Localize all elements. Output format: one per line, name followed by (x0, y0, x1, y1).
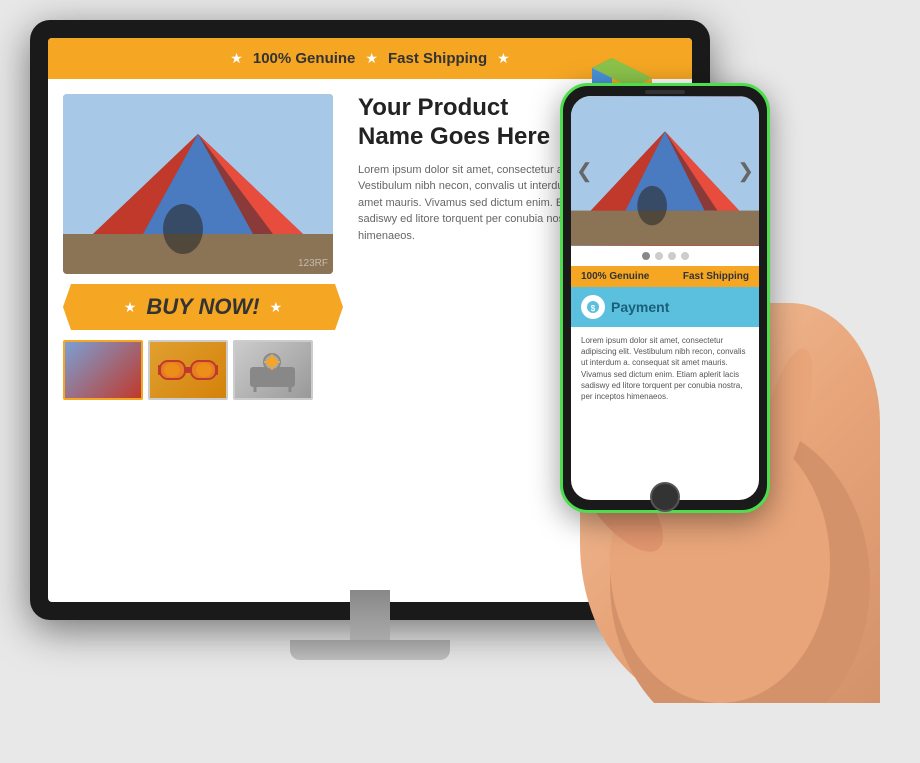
phone-banner-genuine: 100% Genuine (581, 271, 649, 282)
watermark: 123RF (298, 258, 328, 269)
thumbnails (63, 340, 343, 400)
thumb-1[interactable] (63, 340, 143, 400)
thumb-stove-img (235, 342, 311, 398)
dot-3[interactable] (668, 252, 676, 260)
banner-text-genuine: 100% Genuine (253, 50, 356, 67)
banner-text-shipping: Fast Shipping (388, 50, 487, 67)
thumb-goggles-img (150, 342, 226, 398)
phone-product-img: ❮ ❯ (571, 96, 759, 246)
thumb-3[interactable] (233, 340, 313, 400)
payment-icon: $ (581, 295, 605, 319)
payment-title: Payment (611, 299, 669, 315)
product-image-area: 123RF ★ BUY NOW! ★ (63, 94, 343, 400)
monitor-stand (310, 590, 430, 670)
monitor-base (290, 640, 450, 660)
phone-home-button[interactable] (650, 482, 680, 512)
buy-star-left: ★ (124, 299, 137, 316)
buy-star-right: ★ (270, 299, 283, 316)
thumb-tent-img (65, 342, 141, 398)
dot-2[interactable] (655, 252, 663, 260)
star-icon-2: ★ (365, 50, 378, 67)
phone-banner-shipping: Fast Shipping (683, 271, 749, 282)
thumb-2[interactable] (148, 340, 228, 400)
phone-device: ❮ ❯ 100% Genuine Fast Shipping (560, 83, 770, 513)
phone-container: ❮ ❯ 100% Genuine Fast Shipping (540, 83, 880, 703)
phone-screen: ❮ ❯ 100% Genuine Fast Shipping (571, 96, 759, 500)
buy-now-banner[interactable]: ★ BUY NOW! ★ (63, 284, 343, 330)
star-icon-3: ★ (497, 50, 510, 67)
phone-nav-right[interactable]: ❯ (737, 159, 754, 184)
phone-banner: 100% Genuine Fast Shipping (571, 266, 759, 287)
dot-1[interactable] (642, 252, 650, 260)
svg-text:$: $ (591, 304, 596, 313)
buy-now-text: BUY NOW! (146, 294, 259, 320)
phone-payment-desc: Lorem ipsum dolor sit amet, consectetur … (571, 327, 759, 410)
phone-payment-section: $ Payment (571, 287, 759, 327)
phone-speaker (645, 90, 685, 94)
monitor-neck (350, 590, 390, 640)
tent-image: 123RF (63, 94, 333, 274)
star-icon-1: ★ (230, 50, 243, 67)
phone-nav-left[interactable]: ❮ (576, 159, 593, 184)
phone-dots (571, 246, 759, 266)
dot-4[interactable] (681, 252, 689, 260)
scene: ★ 100% Genuine ★ Fast Shipping ★ (0, 0, 920, 763)
